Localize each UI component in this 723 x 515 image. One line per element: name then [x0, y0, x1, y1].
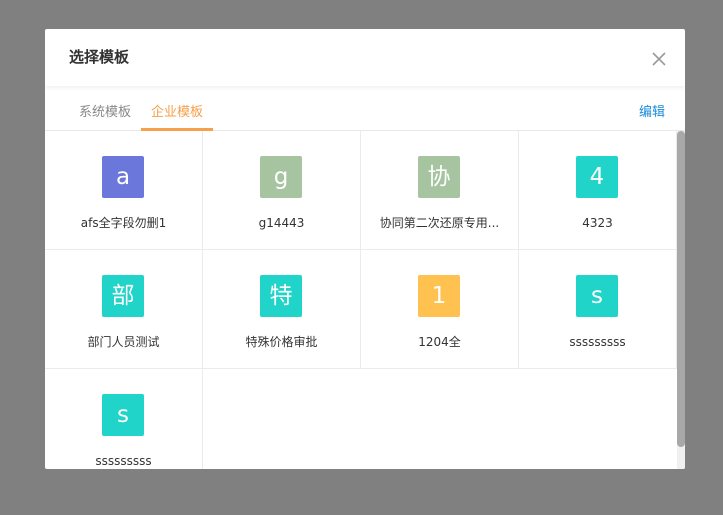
close-button[interactable] [651, 51, 667, 67]
template-icon: s [102, 394, 144, 436]
close-icon [652, 52, 666, 66]
template-icon: 4 [576, 156, 618, 198]
template-name: afs全字段勿删1 [80, 216, 167, 230]
tab-system-templates[interactable]: 系统模板 [79, 105, 131, 121]
template-icon: 部 [102, 275, 144, 317]
template-card[interactable]: g g14443 [203, 131, 361, 250]
template-icon: 1 [418, 275, 460, 317]
template-name: sssssssss [569, 335, 626, 349]
template-card[interactable]: s sssssssss [45, 369, 203, 469]
template-name: 特殊价格审批 [245, 335, 318, 349]
template-grid: a afs全字段勿删1 g g14443 协协同第二次还原专用... 4 4323 部部门人员… [45, 131, 677, 469]
template-card[interactable]: a afs全字段勿删1 [45, 131, 203, 250]
template-name: 部门人员测试 [87, 335, 160, 349]
template-select-dialog: 选择模板 系统模板 企业模板 编辑 a afs全字段勿删1 g g14443 协协同第二… [45, 29, 685, 469]
template-name: 协同第二次还原专用... [379, 216, 500, 230]
template-tabs: 系统模板 企业模板 编辑 [45, 86, 685, 131]
template-card[interactable]: s sssssssss [519, 250, 677, 369]
tab-enterprise-templates[interactable]: 企业模板 [151, 105, 203, 121]
template-icon: s [576, 275, 618, 317]
template-name: 1204全 [418, 335, 461, 349]
template-name: 4323 [582, 216, 613, 230]
template-card[interactable]: 4 4323 [519, 131, 677, 250]
template-card[interactable]: 部部门人员测试 [45, 250, 203, 369]
template-icon: 特 [260, 275, 302, 317]
template-name: sssssssss [95, 454, 152, 468]
scrollbar-thumb[interactable] [677, 131, 685, 447]
template-card[interactable]: 特特殊价格审批 [203, 250, 361, 369]
dialog-title: 选择模板 [69, 48, 130, 66]
template-icon: g [260, 156, 302, 198]
template-card[interactable]: 1 1204全 [361, 250, 519, 369]
template-icon: a [102, 156, 144, 198]
template-icon: 协 [418, 156, 460, 198]
edit-link[interactable]: 编辑 [639, 105, 665, 121]
template-card[interactable]: 协协同第二次还原专用... [361, 131, 519, 250]
template-name: g14443 [258, 216, 305, 230]
dialog-header: 选择模板 [45, 29, 685, 86]
